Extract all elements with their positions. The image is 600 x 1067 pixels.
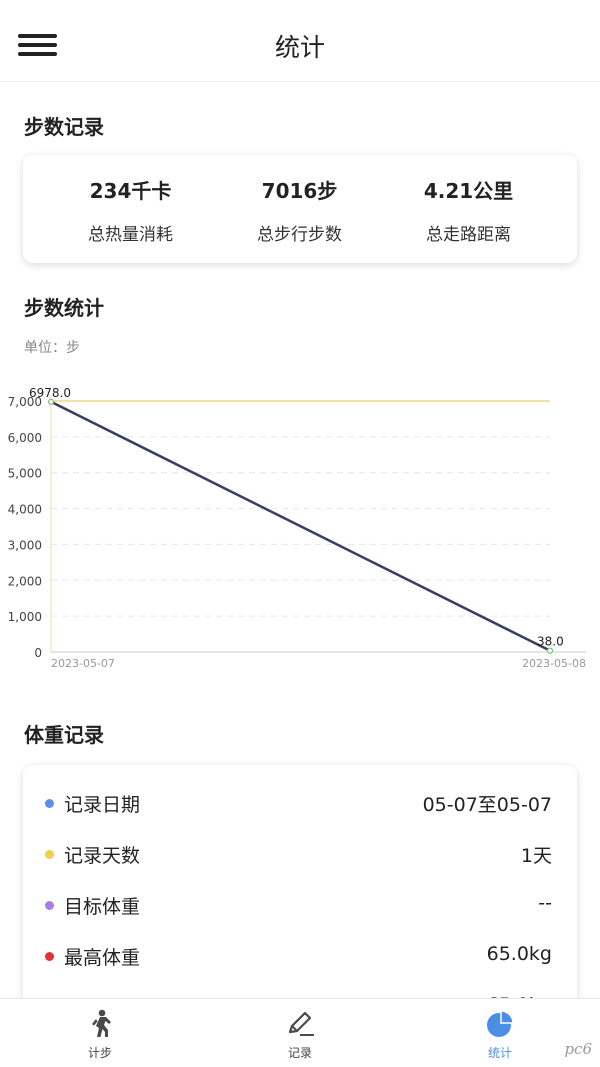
steps-line-chart: 01,0002,0003,0004,0005,0006,0007,0002023… [8,386,586,670]
purple-dot-icon [45,901,54,910]
data-point [47,398,55,405]
weight-record-card: 记录日期 05-07至05-07 记录天数 1天 目标体重 -- 最高体重 65… [23,765,577,1005]
blue-dot-icon [45,799,54,808]
top-bar: 统计 [0,0,600,82]
row-label: 最高体重 [64,947,141,969]
data-label: 38.0 [537,635,564,649]
steps-stats-title: 步数统计 [24,296,104,320]
nav-item-record[interactable]: 记录 [200,999,400,1067]
unit-label: 单位：步 [24,340,80,356]
pencil-edit-icon [288,1011,314,1036]
nav-label: 计步 [87,1046,112,1060]
row-value: 05-07至05-07 [422,794,552,816]
row-value: -- [538,892,552,914]
y-tick-label: 2,000 [8,574,42,588]
bottom-nav: 计步 记录 统计 [0,998,600,1067]
y-tick-label: 3,000 [8,538,42,552]
data-point [546,647,554,654]
calories-label: 总热量消耗 [88,225,173,245]
row-value: 1天 [520,845,552,867]
steps-value: 7016步 [261,179,338,203]
row-label: 记录天数 [64,845,141,867]
calories-value: 234千卡 [89,179,172,203]
y-tick-label: 0 [34,646,42,660]
row-label: 记录日期 [64,794,141,816]
pie-chart-icon [487,1010,514,1037]
red-dot-icon [45,952,54,961]
steps-record-title: 步数记录 [24,115,104,139]
distance-value: 4.21公里 [423,179,514,203]
y-tick-label: 4,000 [8,503,42,517]
steps-summary-card: 234千卡 总热量消耗 7016步 总步行步数 4.21公里 总走路距离 [23,155,577,263]
weight-record-title: 体重记录 [24,723,104,747]
yellow-dot-icon [45,850,54,859]
distance-label: 总走路距离 [426,225,511,245]
nav-item-pedometer[interactable]: 计步 [0,999,200,1067]
weight-row-max: 最高体重 65.0kg [23,924,577,975]
weight-row-days: 记录天数 1天 [23,822,577,873]
x-tick-label: 2023-05-07 [51,657,115,670]
series-line [50,400,551,652]
y-tick-label: 1,000 [8,610,42,624]
steps-label: 总步行步数 [257,225,342,245]
x-tick-label: 2023-05-08 [522,657,586,670]
row-value: 65.0kg [486,943,552,965]
data-label: 6978.0 [29,386,71,400]
row-label: 目标体重 [64,896,141,918]
page-title: 统计 [274,33,325,62]
nav-label: 记录 [287,1046,312,1060]
y-tick-label: 5,000 [8,467,42,481]
walking-person-icon [92,1009,111,1037]
weight-row-date-range: 记录日期 05-07至05-07 [23,771,577,822]
y-tick-label: 6,000 [8,431,42,445]
watermark-logo: pc6 [564,1040,592,1058]
weight-row-target: 目标体重 -- [23,873,577,924]
